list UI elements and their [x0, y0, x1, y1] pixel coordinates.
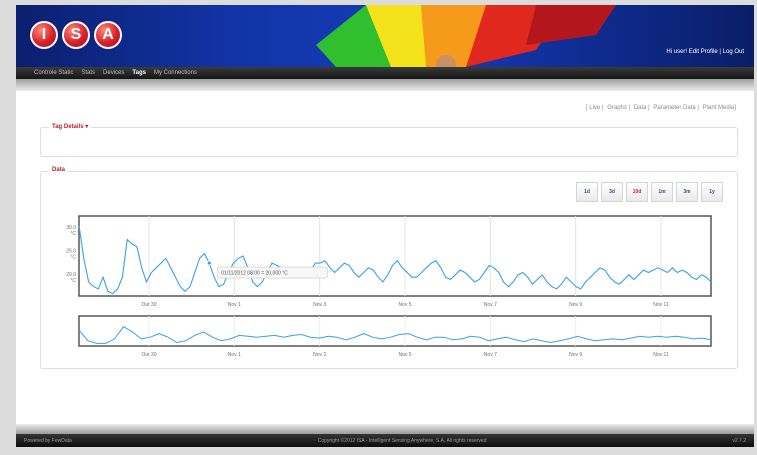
plot-area: [78, 215, 712, 297]
link-data[interactable]: Data: [634, 105, 647, 111]
footer-version: v2.7.2: [732, 437, 746, 444]
header-banner: I S A Hi user! Edit Profile | Log Out: [16, 5, 754, 67]
footer-separator: [16, 424, 754, 434]
tag-details-title[interactable]: Tag Details ▾: [49, 123, 92, 130]
y-tick-unit: °C: [70, 255, 76, 261]
link-plant-media[interactable]: Plant Media: [703, 105, 735, 111]
header-splash-graphic: [316, 5, 616, 67]
navigator-x-tick-label: Nov 9: [569, 352, 582, 358]
link-graphs[interactable]: Graphs: [607, 105, 627, 111]
hover-point: [206, 260, 212, 266]
link-parameter-data[interactable]: Parameter Data: [653, 105, 695, 111]
navigator-x-tick-label: Nov 1: [228, 352, 241, 358]
x-tick-label: Nov 5: [398, 302, 411, 308]
nav-item-my-connections[interactable]: My Connections: [154, 70, 197, 76]
link-live[interactable]: Live: [589, 105, 600, 111]
main-content: [Live | Graphs | Data | Parameter Data |…: [16, 91, 754, 424]
footer-powered-by[interactable]: Powered by FewData: [24, 438, 72, 444]
nav-item-tags[interactable]: Tags: [132, 70, 146, 76]
nav-item-stats[interactable]: Stats: [81, 70, 95, 76]
footer: Powered by FewData Copyright ©2012 ISA -…: [16, 434, 754, 447]
x-tick-label: Out 30: [141, 302, 156, 308]
user-account-links[interactable]: Hi user! Edit Profile | Log Out: [666, 49, 744, 55]
logo-letter-s: S: [62, 21, 90, 49]
x-tick-label: Nov 1: [228, 302, 241, 308]
y-tick-unit: °C: [70, 231, 76, 237]
navigator-x-tick-label: Nov 5: [398, 352, 411, 358]
logo-letter-a: A: [94, 21, 122, 49]
data-panel: Data 1d 3d 10d 1m 3m 1y Out 30 Nov 1 Nov 3…: [40, 167, 738, 369]
x-tick-label: Nov 9: [569, 302, 582, 308]
navigator-x-tick-label: Nov 7: [484, 352, 497, 358]
x-tick-label: Nov 3: [313, 302, 326, 308]
view-links: [Live | Graphs | Data | Parameter Data |…: [585, 105, 736, 111]
sub-header-bar: [16, 79, 754, 91]
temperature-chart[interactable]: Out 30 Nov 1 Nov 3 Nov 5 Nov 7 Nov 9 Nov 1130.…: [41, 172, 737, 368]
navigator-area: [78, 315, 712, 347]
navigator-x-tick-label: Nov 11: [653, 352, 669, 358]
x-tick-label: Nov 11: [653, 302, 669, 308]
navigator-x-tick-label: Nov 3: [313, 352, 326, 358]
isa-logo[interactable]: I S A: [30, 21, 122, 49]
footer-copyright: Copyright ©2012 ISA - Intelligent Sensin…: [317, 437, 487, 444]
logo-letter-i: I: [30, 21, 58, 49]
x-tick-label: Nov 7: [484, 302, 497, 308]
nav-item-devices[interactable]: Devices: [103, 70, 124, 76]
y-tick-unit: °C: [70, 278, 76, 284]
main-nav: Controle Static Stats Devices Tags My Co…: [16, 67, 754, 79]
nav-item-controle-static[interactable]: Controle Static: [34, 70, 73, 76]
tag-details-panel: Tag Details ▾: [40, 123, 738, 157]
navigator-x-tick-label: Out 30: [141, 352, 156, 358]
tooltip-text: 01/11/2012 08:00 = 20,000 °C: [221, 271, 288, 277]
